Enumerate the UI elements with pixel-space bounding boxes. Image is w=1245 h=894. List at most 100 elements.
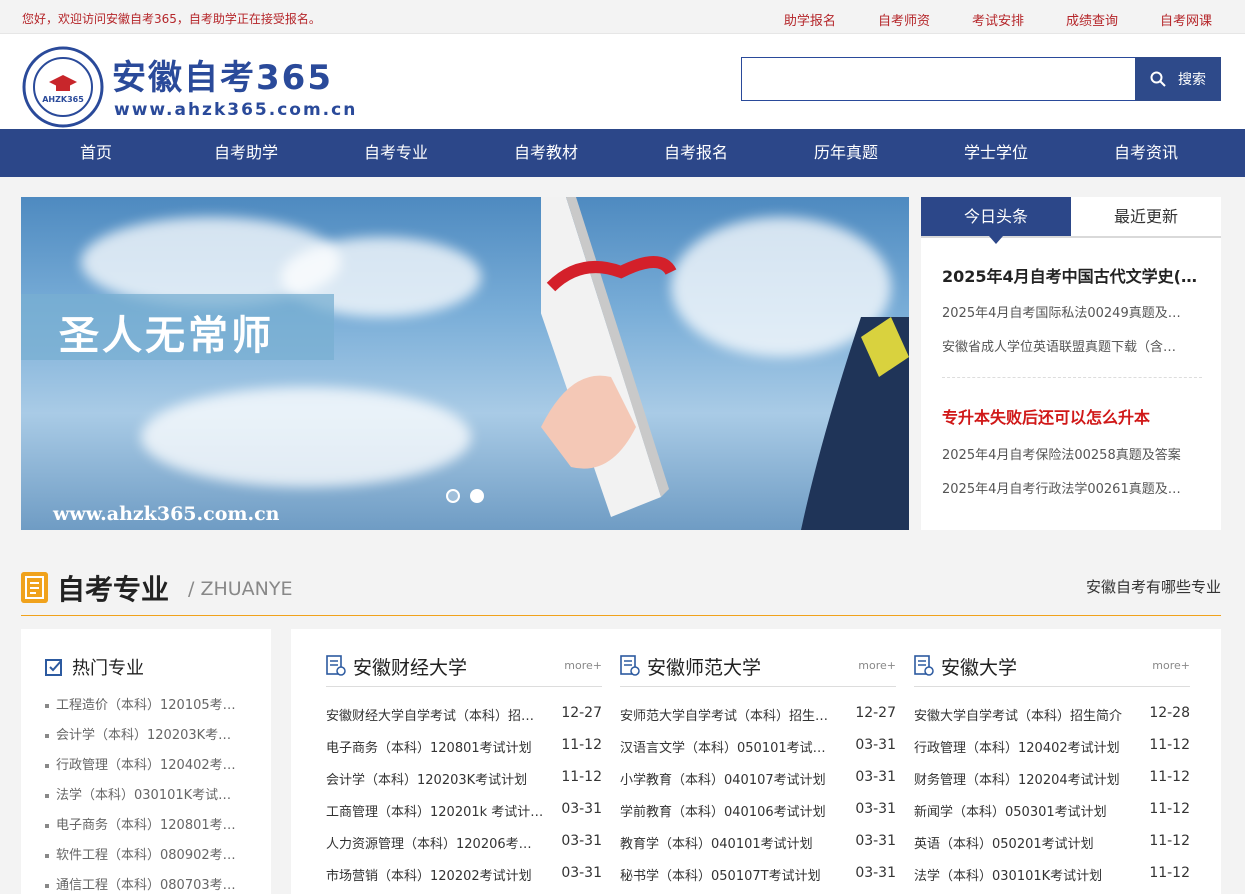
news-item[interactable]: 2025年4月自考国际私法00249真题及… <box>942 302 1194 321</box>
document-icon <box>620 655 640 676</box>
list-item-title[interactable]: 法学（本科）030101K考试计划 <box>914 865 1142 884</box>
news-tabs: 今日头条 最近更新 <box>921 197 1221 244</box>
news-divider <box>942 377 1202 378</box>
search-icon <box>1150 71 1166 87</box>
hot-major-item[interactable]: 法学（本科）030101K考试… <box>45 784 255 803</box>
list-item-title[interactable]: 英语（本科）050201考试计划 <box>914 833 1142 852</box>
university-name[interactable]: 安徽大学 <box>941 653 1017 680</box>
list-item-title[interactable]: 电子商务（本科）120801考试计划 <box>326 737 554 756</box>
list-item-date: 12-27 <box>855 705 896 721</box>
top-link-schedule[interactable]: 考试安排 <box>972 10 1024 29</box>
banner-carousel[interactable]: 圣人无常师 www.ahzk365.com.cn <box>21 197 909 530</box>
list-item-title[interactable]: 安师范大学自学考试（本科）招生… <box>620 705 848 724</box>
carousel-dot-1[interactable] <box>446 489 460 503</box>
section-right-link[interactable]: 安徽自考有哪些专业 <box>1086 576 1221 597</box>
list-item-title[interactable]: 学前教育（本科）040106考试计划 <box>620 801 848 820</box>
logo-title[interactable]: 安徽自考365 <box>112 50 333 99</box>
university-header: 安徽财经大学 more+ <box>326 653 602 687</box>
banner-url: www.ahzk365.com.cn <box>53 503 280 525</box>
list-item-date: 11-12 <box>1149 801 1190 817</box>
hot-major-item[interactable]: 会计学（本科）120203K考… <box>45 724 255 743</box>
welcome-text: 您好，欢迎访问安徽自考365，自考助学正在接受报名。 <box>22 12 321 26</box>
list-item-title[interactable]: 工商管理（本科）120201k 考试计… <box>326 801 554 820</box>
list-item-title[interactable]: 安徽大学自学考试（本科）招生简介 <box>914 705 1142 724</box>
logo-seal-icon[interactable]: AHZK365 <box>22 46 104 128</box>
banner-slogan: 圣人无常师 <box>59 312 274 359</box>
list-item-title[interactable]: 汉语言文学（本科）050101考试… <box>620 737 848 756</box>
list-item-title[interactable]: 小学教育（本科）040107考试计划 <box>620 769 848 788</box>
tab-today-headlines[interactable]: 今日头条 <box>921 197 1071 244</box>
section-divider <box>21 615 1221 616</box>
list-item-title[interactable]: 安徽财经大学自学考试（本科）招… <box>326 705 554 724</box>
list-item-title[interactable]: 秘书学（本科）050107T考试计划 <box>620 865 848 884</box>
list-item-date: 03-31 <box>855 801 896 817</box>
list-item-title[interactable]: 教育学（本科）040101考试计划 <box>620 833 848 852</box>
list-item-date: 03-31 <box>561 801 602 817</box>
list-item-title[interactable]: 市场营销（本科）120202考试计划 <box>326 865 554 884</box>
list-item-title[interactable]: 人力资源管理（本科）120206考… <box>326 833 554 852</box>
hot-majors-title: 热门专业 <box>72 658 144 679</box>
news-headline-1[interactable]: 2025年4月自考中国古代文学史(一… <box>942 263 1204 287</box>
nav-item-past-papers[interactable]: 历年真题 <box>771 129 921 177</box>
list-item-date: 11-12 <box>1149 769 1190 785</box>
logo-seal-text: AHZK365 <box>42 95 84 104</box>
list-item-title[interactable]: 会计学（本科）120203K考试计划 <box>326 769 554 788</box>
search-input[interactable] <box>741 57 1136 101</box>
nav-item-home[interactable]: 首页 <box>21 129 171 177</box>
search-button-label: 搜索 <box>1178 72 1206 88</box>
news-panel: 今日头条 最近更新 2025年4月自考中国古代文学史(一… 2025年4月自考国… <box>921 197 1221 530</box>
list-item-date: 11-12 <box>1149 865 1190 881</box>
nav-item-signup[interactable]: 自考报名 <box>621 129 771 177</box>
top-bar: 您好，欢迎访问安徽自考365，自考助学正在接受报名。 助学报名 自考师资 考试安… <box>0 0 1245 34</box>
news-item[interactable]: 2025年4月自考行政法学00261真题及… <box>942 478 1194 497</box>
nav-item-textbooks[interactable]: 自考教材 <box>471 129 621 177</box>
nav-item-news[interactable]: 自考资讯 <box>1071 129 1221 177</box>
universities-panel: 安徽财经大学 more+ 安徽财经大学自学考试（本科）招… 12-27 电子商务（… <box>291 629 1221 894</box>
nav-item-assist[interactable]: 自考助学 <box>171 129 321 177</box>
list-item-date: 11-12 <box>561 769 602 785</box>
hot-majors-header: 热门专业 <box>45 654 144 680</box>
list-item-date: 12-28 <box>1149 705 1190 721</box>
more-link[interactable]: more+ <box>858 659 896 672</box>
more-link[interactable]: more+ <box>1152 659 1190 672</box>
document-icon <box>914 655 934 676</box>
list-item-date: 11-12 <box>561 737 602 753</box>
graduate-gown-image <box>801 317 909 530</box>
university-name[interactable]: 安徽师范大学 <box>647 653 761 680</box>
list-item-title[interactable]: 行政管理（本科）120402考试计划 <box>914 737 1142 756</box>
main-nav: 首页 自考助学 自考专业 自考教材 自考报名 历年真题 学士学位 自考资讯 <box>0 129 1245 177</box>
hot-major-item[interactable]: 工程造价（本科）120105考… <box>45 694 255 713</box>
list-item-title[interactable]: 财务管理（本科）120204考试计划 <box>914 769 1142 788</box>
top-link-courses[interactable]: 自考网课 <box>1160 10 1212 29</box>
university-name[interactable]: 安徽财经大学 <box>353 653 467 680</box>
more-link[interactable]: more+ <box>564 659 602 672</box>
news-headline-2[interactable]: 专升本失败后还可以怎么升本 <box>942 404 1204 428</box>
hot-major-item[interactable]: 软件工程（本科）080902考… <box>45 844 255 863</box>
news-item[interactable]: 安徽省成人学位英语联盟真题下载（含… <box>942 336 1194 355</box>
tab-recent-updates[interactable]: 最近更新 <box>1071 197 1221 236</box>
top-link-teachers[interactable]: 自考师资 <box>878 10 930 29</box>
list-item-date: 03-31 <box>855 737 896 753</box>
carousel-dot-2[interactable] <box>470 489 484 503</box>
hot-major-item[interactable]: 电子商务（本科）120801考… <box>45 814 255 833</box>
nav-item-degree[interactable]: 学士学位 <box>921 129 1071 177</box>
header: AHZK365 安徽自考365 www.ahzk365.com.cn 搜索 <box>0 34 1245 129</box>
banner-cloud <box>141 387 471 487</box>
news-item[interactable]: 2025年4月自考保险法00258真题及答案 <box>942 444 1194 463</box>
list-item-date: 12-27 <box>561 705 602 721</box>
top-link-scores[interactable]: 成绩查询 <box>1066 10 1118 29</box>
checkbox-icon <box>45 659 62 676</box>
nav-item-majors[interactable]: 自考专业 <box>321 129 471 177</box>
list-item-date: 03-31 <box>855 769 896 785</box>
top-links: 助学报名 自考师资 考试安排 成绩查询 自考网课 <box>742 10 1212 29</box>
top-link-signup[interactable]: 助学报名 <box>784 10 836 29</box>
list-item-title[interactable]: 新闻学（本科）050301考试计划 <box>914 801 1142 820</box>
university-header: 安徽师范大学 more+ <box>620 653 896 687</box>
list-item-date: 11-12 <box>1149 833 1190 849</box>
section-subtitle: / ZHUANYE <box>188 578 293 600</box>
hot-major-item[interactable]: 行政管理（本科）120402考… <box>45 754 255 773</box>
logo-url: www.ahzk365.com.cn <box>114 100 358 120</box>
search-button[interactable]: 搜索 <box>1135 57 1221 101</box>
university-header: 安徽大学 more+ <box>914 653 1190 687</box>
hot-major-item[interactable]: 通信工程（本科）080703考… <box>45 874 255 893</box>
